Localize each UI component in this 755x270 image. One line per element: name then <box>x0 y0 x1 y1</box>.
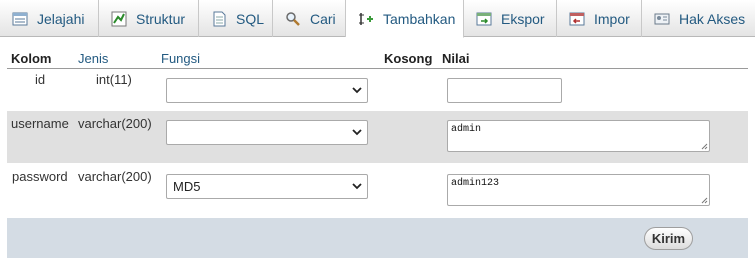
import-icon <box>569 11 585 27</box>
tab-export[interactable]: Ekspor <box>464 0 557 37</box>
table-row: username varchar(200) admin <box>7 111 748 163</box>
tab-privileges-label: Hak Akses <box>679 10 746 27</box>
function-select-wrapper <box>166 78 368 103</box>
tab-insert[interactable]: Tambahkan <box>346 0 464 38</box>
table-row: id int(11) <box>7 70 748 110</box>
tab-export-label: Ekspor <box>501 10 545 27</box>
table-row: password varchar(200) MD5 admin123 <box>7 164 748 216</box>
column-name: id <box>35 72 46 87</box>
sql-icon <box>211 11 227 27</box>
header-null: Kosong <box>384 51 433 66</box>
export-icon <box>476 11 492 27</box>
header-function[interactable]: Fungsi <box>161 51 200 66</box>
structure-icon <box>111 11 127 27</box>
insert-icon <box>358 11 374 27</box>
header-value: Nilai <box>442 51 470 66</box>
tab-sql-label: SQL <box>236 10 265 27</box>
column-type: int(11) <box>96 72 132 87</box>
tab-search-label: Cari <box>310 10 336 27</box>
function-select-wrapper <box>166 120 368 145</box>
header-column: Kolom <box>11 51 52 66</box>
browse-icon <box>12 11 28 27</box>
search-icon <box>285 11 301 27</box>
tab-browse[interactable]: Jelajahi <box>0 0 99 37</box>
header-type[interactable]: Jenis <box>78 51 108 66</box>
column-type: varchar(200) <box>78 169 152 184</box>
form-footer: Kirim <box>7 218 748 258</box>
column-name: password <box>12 169 68 184</box>
tab-import[interactable]: Impor <box>557 0 642 37</box>
tab-search[interactable]: Cari <box>273 0 346 37</box>
function-select[interactable]: MD5 <box>166 174 368 199</box>
tab-structure-label: Struktur <box>136 10 186 27</box>
function-select[interactable] <box>166 120 368 145</box>
tab-sql[interactable]: SQL <box>199 0 273 37</box>
value-textarea-password[interactable]: admin123 <box>447 174 710 206</box>
column-type: varchar(200) <box>78 116 152 131</box>
function-select[interactable] <box>166 78 368 103</box>
tab-browse-label: Jelajahi <box>37 10 85 27</box>
function-select-wrapper: MD5 <box>166 174 368 199</box>
tab-structure[interactable]: Struktur <box>99 0 199 37</box>
table-header: Kolom Jenis Fungsi Kosong Nilai <box>7 47 748 69</box>
tab-bar: Jelajahi Struktur SQL Cari Tambahkan Eks… <box>0 0 755 38</box>
tab-insert-label: Tambahkan <box>383 10 456 27</box>
value-textarea-username[interactable]: admin <box>447 120 710 152</box>
tab-import-label: Impor <box>594 10 630 27</box>
value-input-id[interactable] <box>447 78 562 103</box>
tab-privileges[interactable]: Hak Akses <box>642 0 755 37</box>
privileges-icon <box>654 11 670 27</box>
column-name: username <box>11 116 69 131</box>
submit-button[interactable]: Kirim <box>644 227 693 250</box>
